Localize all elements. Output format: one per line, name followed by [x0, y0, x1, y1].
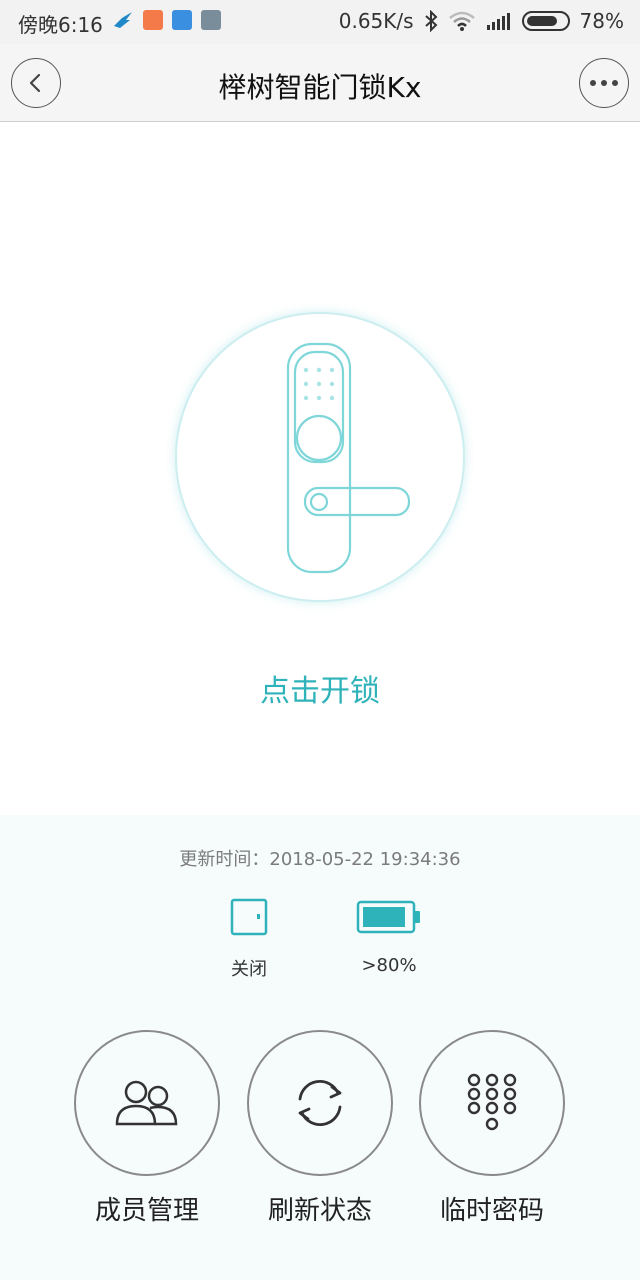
temp-password-label: 临时密码 [439, 1196, 544, 1226]
members-label: 成员管理 [94, 1196, 199, 1226]
keypad-icon [467, 1073, 517, 1131]
notification-icons [112, 10, 221, 30]
battery-percent: 78% [579, 9, 624, 33]
network-speed: 0.65K/s [338, 9, 414, 33]
bluetooth-icon [424, 10, 437, 32]
status-time: 傍晚6:16 [18, 13, 103, 37]
status-panel: 更新时间：2018-05-22 19:34:36 关闭 >80% 成员管理 刷新… [0, 815, 640, 1280]
temp-password-action[interactable]: 临时密码 [419, 1030, 565, 1227]
refresh-action[interactable]: 刷新状态 [247, 1030, 393, 1227]
battery-status: >80% [329, 895, 449, 976]
door-status-label: 关闭 [231, 959, 267, 980]
refresh-button[interactable] [247, 1030, 393, 1176]
refresh-label: 刷新状态 [267, 1196, 372, 1226]
unlock-label[interactable]: 点击开锁 [0, 666, 640, 710]
status-bar: 傍晚6:16 0.65K/s 78% [0, 0, 640, 44]
battery-icon [521, 11, 570, 31]
battery-status-label: >80% [361, 955, 417, 976]
members-icon [115, 1080, 178, 1126]
door-lock-illustration [286, 342, 411, 574]
lock-battery-icon [356, 900, 420, 934]
members-action[interactable]: 成员管理 [74, 1030, 220, 1227]
members-button[interactable] [74, 1030, 220, 1176]
door-status: 关闭 [189, 895, 309, 981]
door-icon [230, 898, 268, 936]
unlock-button[interactable] [175, 312, 465, 602]
title-bar: 榉树智能门锁Kx [0, 44, 640, 122]
mail-app-icon [143, 10, 163, 30]
notes-app-icon [201, 10, 221, 30]
update-time: 更新时间：2018-05-22 19:34:36 [179, 849, 461, 870]
wifi-icon [448, 11, 475, 31]
temp-password-button[interactable] [419, 1030, 565, 1176]
refresh-icon [298, 1080, 342, 1126]
more-options-button[interactable] [579, 58, 629, 108]
status-right: 0.65K/s 78% [339, 9, 624, 33]
bird-app-icon [114, 12, 132, 28]
more-dots-icon [590, 80, 618, 86]
cloud-app-icon [172, 10, 192, 30]
page-title: 榉树智能门锁Kx [218, 71, 422, 104]
signal-icon [486, 13, 510, 30]
